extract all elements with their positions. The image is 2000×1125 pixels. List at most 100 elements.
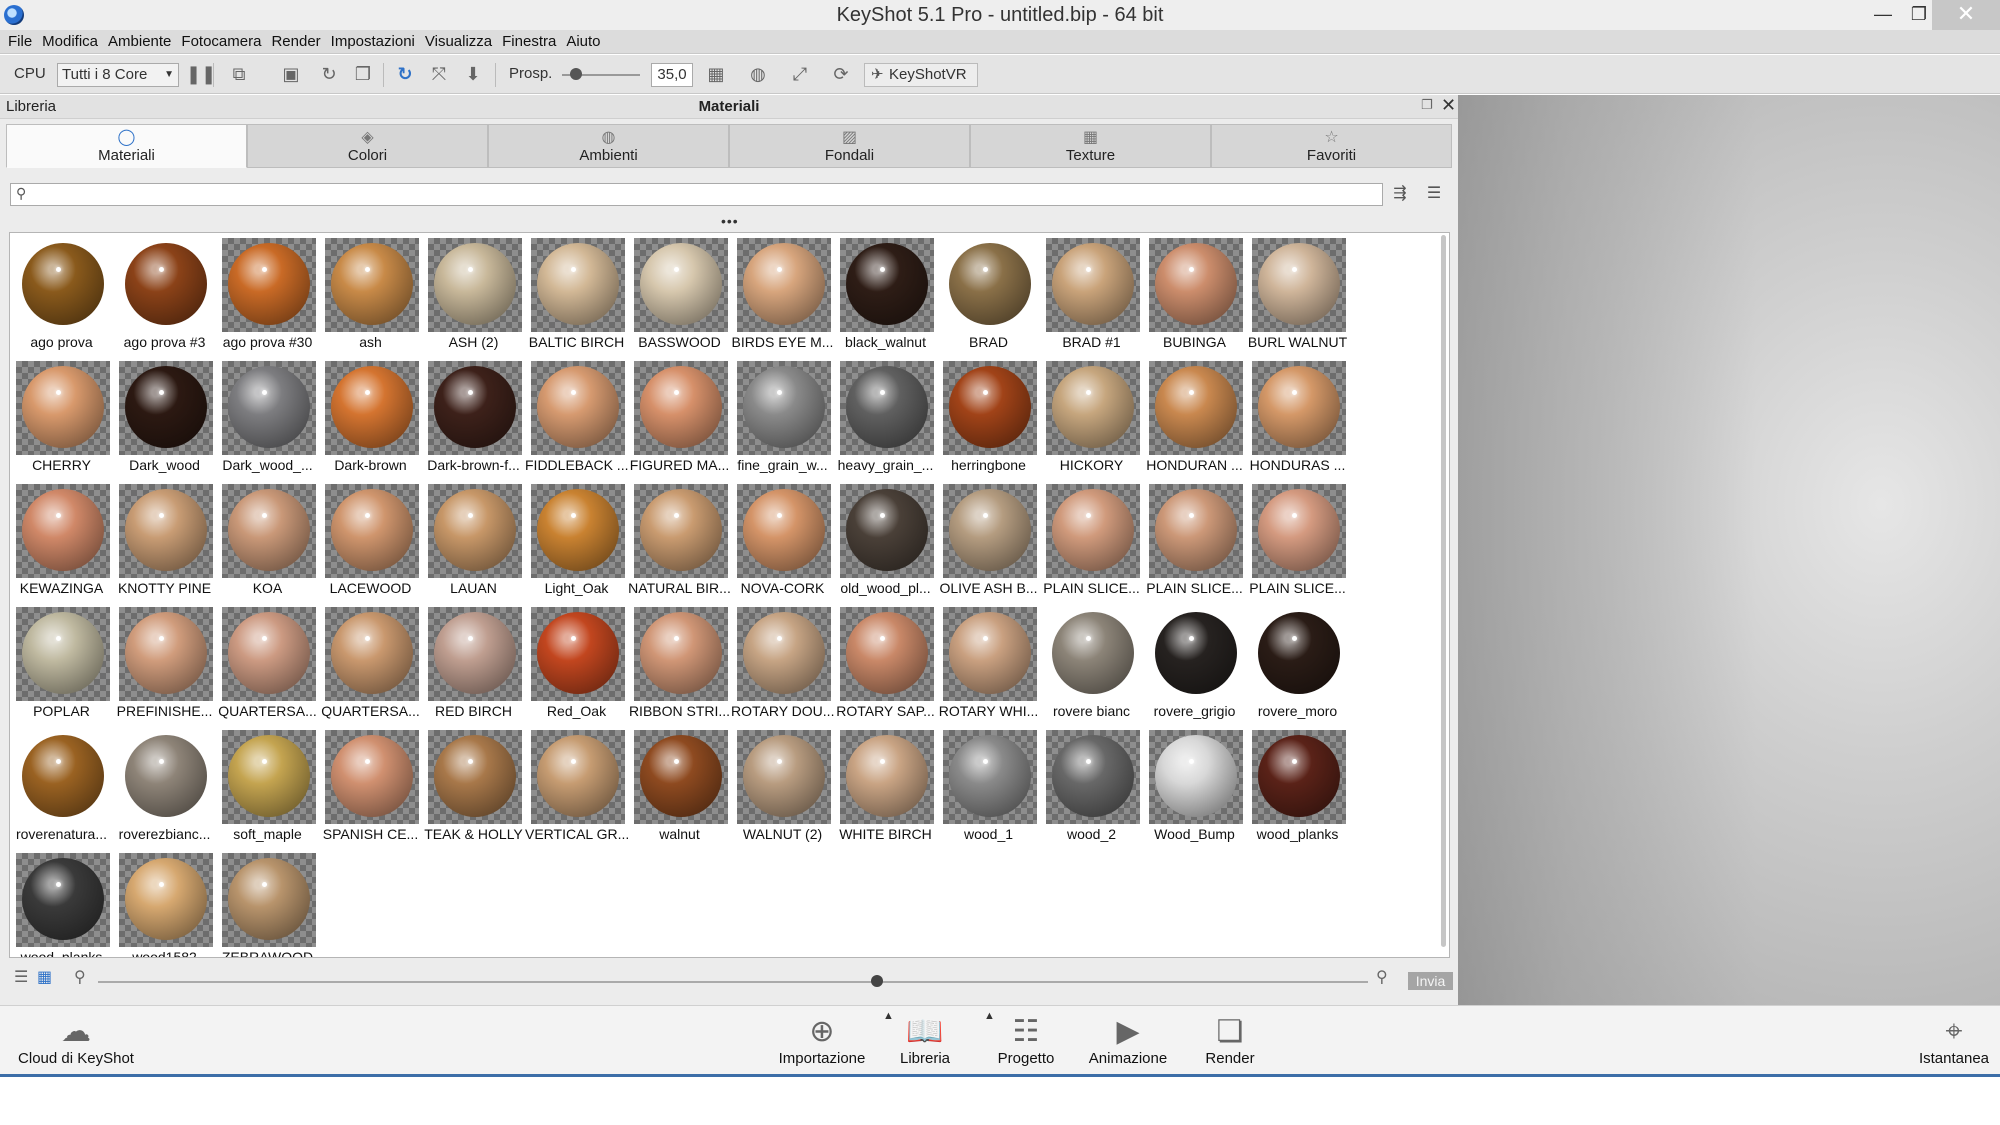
material-item[interactable]: Dark-brown-f... xyxy=(422,356,525,478)
material-item[interactable]: Dark_wood_... xyxy=(216,356,319,478)
send-button[interactable]: Invia xyxy=(1408,972,1453,990)
tab-materiali[interactable]: ◯ Materiali xyxy=(6,124,247,168)
material-item[interactable]: HONDURAN ... xyxy=(1143,356,1246,478)
material-item[interactable]: PLAIN SLICE... xyxy=(1040,479,1143,601)
material-item[interactable]: ago prova xyxy=(10,233,113,355)
material-item[interactable]: KNOTTY PINE xyxy=(113,479,216,601)
pause-icon[interactable]: ❚❚ xyxy=(186,64,216,86)
library-button[interactable]: 📖 Libreria xyxy=(885,1014,965,1067)
material-item[interactable]: WALNUT (2) xyxy=(731,725,834,847)
material-item[interactable]: Dark_wood xyxy=(113,356,216,478)
tab-favoriti[interactable]: ☆ Favoriti xyxy=(1211,124,1452,168)
material-item[interactable]: Dark-brown xyxy=(319,356,422,478)
material-item[interactable]: wood_planks xyxy=(10,848,113,957)
list-view-icon[interactable]: ☰ xyxy=(14,967,28,987)
camera-icon[interactable]: ▣ xyxy=(280,64,302,86)
menu-render[interactable]: Render xyxy=(266,30,325,53)
material-item[interactable]: ago prova #3 xyxy=(113,233,216,355)
material-item[interactable]: heavy_grain_... xyxy=(834,356,937,478)
menu-visualizza[interactable]: Visualizza xyxy=(420,30,497,53)
material-item[interactable]: BRAD #1 xyxy=(1040,233,1143,355)
drop-icon[interactable]: ⬇ xyxy=(462,64,484,86)
material-item[interactable]: LAUAN xyxy=(422,479,525,601)
material-item[interactable]: RED BIRCH xyxy=(422,602,525,724)
material-item[interactable]: QUARTERSA... xyxy=(319,602,422,724)
material-item[interactable]: roverezbianc... xyxy=(113,725,216,847)
material-item[interactable]: rovere_moro xyxy=(1246,602,1349,724)
core-select[interactable]: Tutti i 8 Core ▼ xyxy=(57,63,179,87)
material-item[interactable]: wood_planks xyxy=(1246,725,1349,847)
render-button[interactable]: ❏ Render xyxy=(1190,1014,1270,1067)
tab-colori[interactable]: ◈ Colori xyxy=(247,124,488,168)
material-item[interactable]: herringbone xyxy=(937,356,1040,478)
cloud-button[interactable]: ☁ Cloud di KeyShot xyxy=(14,1014,138,1067)
material-item[interactable]: roverenatura... xyxy=(10,725,113,847)
material-item[interactable]: Red_Oak xyxy=(525,602,628,724)
tab-fondali[interactable]: ▨ Fondali xyxy=(729,124,970,168)
material-item[interactable]: BURL WALNUT xyxy=(1246,233,1349,355)
grid-view-icon[interactable]: ▦ xyxy=(37,967,52,987)
fov-slider-knob[interactable] xyxy=(570,68,582,80)
search-input[interactable]: ⚲ xyxy=(10,183,1383,206)
material-item[interactable]: BASSWOOD xyxy=(628,233,731,355)
zoom-out-icon[interactable]: ⚲ xyxy=(74,967,86,987)
material-item[interactable]: PREFINISHE... xyxy=(113,602,216,724)
material-item[interactable]: ROTARY DOU... xyxy=(731,602,834,724)
material-item[interactable]: wood_2 xyxy=(1040,725,1143,847)
animation-button[interactable]: ▶ Animazione xyxy=(1083,1014,1173,1067)
import-button[interactable]: ⊕ Importazione xyxy=(772,1014,872,1067)
tab-texture[interactable]: ▦ Texture xyxy=(970,124,1211,168)
menu-ambiente[interactable]: Ambiente xyxy=(103,30,176,53)
material-item[interactable]: ZEBRAWOOD xyxy=(216,848,319,957)
material-item[interactable]: rovere_grigio xyxy=(1143,602,1246,724)
material-item[interactable]: fine_grain_w... xyxy=(731,356,834,478)
material-item[interactable]: RIBBON STRI... xyxy=(628,602,731,724)
film-icon[interactable]: ⧉ xyxy=(228,64,250,86)
project-button[interactable]: ☷ Progetto xyxy=(986,1014,1066,1067)
menu-finestra[interactable]: Finestra xyxy=(497,30,561,53)
material-item[interactable]: TEAK & HOLLY xyxy=(422,725,525,847)
material-item[interactable]: ROTARY SAP... xyxy=(834,602,937,724)
material-item[interactable]: NOVA-CORK xyxy=(731,479,834,601)
material-item[interactable]: HONDURAS ... xyxy=(1246,356,1349,478)
material-item[interactable]: NATURAL BIR... xyxy=(628,479,731,601)
material-item[interactable]: CHERRY xyxy=(10,356,113,478)
thumbnail-size-knob[interactable] xyxy=(871,975,883,987)
material-item[interactable]: old_wood_pl... xyxy=(834,479,937,601)
material-item[interactable]: OLIVE ASH B... xyxy=(937,479,1040,601)
material-item[interactable]: BUBINGA xyxy=(1143,233,1246,355)
material-item[interactable]: LACEWOOD xyxy=(319,479,422,601)
material-item[interactable]: ASH (2) xyxy=(422,233,525,355)
material-item[interactable]: VERTICAL GR... xyxy=(525,725,628,847)
zoom-in-icon[interactable]: ⚲ xyxy=(1376,967,1388,987)
snapshot-button[interactable]: ⌖ Istantanea xyxy=(1910,1014,1998,1067)
material-item[interactable]: SPANISH CE... xyxy=(319,725,422,847)
material-item[interactable]: FIDDLEBACK ... xyxy=(525,356,628,478)
material-item[interactable]: walnut xyxy=(628,725,731,847)
menu-aiuto[interactable]: Aiuto xyxy=(561,30,605,53)
fit-icon[interactable]: ⤧ xyxy=(428,64,450,86)
material-item[interactable]: ash xyxy=(319,233,422,355)
material-item[interactable]: BALTIC BIRCH xyxy=(525,233,628,355)
close-panel-icon[interactable]: ✕ xyxy=(1441,95,1456,116)
import-folder-icon[interactable]: ⇶ xyxy=(1388,183,1412,205)
fov-input[interactable]: 35,0 xyxy=(651,63,693,87)
material-item[interactable]: PLAIN SLICE... xyxy=(1143,479,1246,601)
copy-icon[interactable]: ❐ xyxy=(352,64,374,86)
refresh-icon[interactable]: ↻ xyxy=(394,64,416,86)
material-item[interactable]: wood_1 xyxy=(937,725,1040,847)
material-item[interactable]: soft_maple xyxy=(216,725,319,847)
expand-icon[interactable]: ⤢ xyxy=(789,64,811,86)
sphere-icon[interactable]: ◍ xyxy=(747,64,769,86)
folder-options-icon[interactable]: ☰ xyxy=(1422,183,1446,205)
material-item[interactable]: PLAIN SLICE... xyxy=(1246,479,1349,601)
settings-cycle-icon[interactable]: ⟳ xyxy=(830,64,852,86)
restore-panel-icon[interactable]: ❐ xyxy=(1421,97,1433,113)
material-item[interactable]: HICKORY xyxy=(1040,356,1143,478)
material-item[interactable]: FIGURED MA... xyxy=(628,356,731,478)
material-item[interactable]: KEWAZINGA xyxy=(10,479,113,601)
keyshotvr-button[interactable]: ✈ KeyShotVR xyxy=(864,63,978,87)
thumbnail-size-slider[interactable] xyxy=(98,981,1368,983)
material-item[interactable]: BRAD xyxy=(937,233,1040,355)
menu-impostazioni[interactable]: Impostazioni xyxy=(326,30,420,53)
